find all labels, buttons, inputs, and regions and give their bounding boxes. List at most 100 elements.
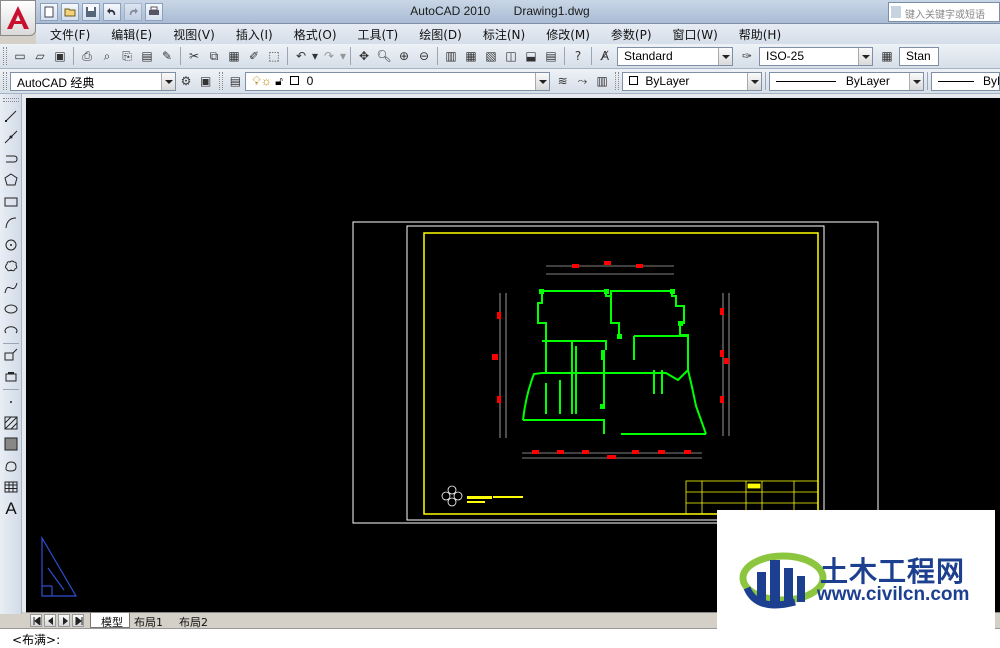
menu-dimension[interactable]: 标注(N) [483, 26, 525, 43]
menu-tools[interactable]: 工具(T) [358, 26, 399, 43]
next-tab-button[interactable] [58, 614, 70, 627]
region-icon[interactable] [1, 455, 21, 477]
layer-properties-icon[interactable]: ▤ [226, 71, 246, 91]
make-block-icon[interactable] [1, 366, 21, 388]
tool-palettes-icon[interactable]: ▧ [481, 46, 501, 66]
workspace-toolbar-icon[interactable]: ▣ [196, 71, 216, 91]
workspace-settings-icon[interactable]: ⚙ [176, 71, 196, 91]
ucs-icon [41, 535, 78, 597]
search-expand-icon[interactable] [891, 6, 901, 18]
chevron-down-icon[interactable] [718, 47, 732, 65]
block-editor-icon[interactable]: ⬚ [264, 46, 284, 66]
table-style-icon[interactable]: ▦ [877, 46, 897, 66]
menu-parametric[interactable]: 参数(P) [611, 26, 652, 43]
quickcalc-icon[interactable]: ▤ [541, 46, 561, 66]
3d-dwf-icon[interactable]: ▤ [137, 46, 157, 66]
polygon-icon[interactable] [1, 170, 21, 192]
redo-icon[interactable]: ↷ [319, 46, 339, 66]
undo-dropdown-icon[interactable]: ▾ [311, 46, 319, 66]
toolbar-grip[interactable] [3, 72, 7, 90]
rectangle-icon[interactable] [1, 191, 21, 213]
chevron-down-icon[interactable] [534, 72, 549, 90]
menu-edit[interactable]: 编辑(E) [111, 26, 152, 43]
linetype-select[interactable]: ByLayer [769, 71, 924, 91]
layer-previous-icon[interactable]: ⤳ [573, 71, 593, 91]
lock-icon[interactable]: 🔓︎ [275, 74, 283, 88]
menu-file[interactable]: 文件(F) [50, 26, 90, 43]
toolbar-grip[interactable] [218, 72, 223, 90]
arc-icon[interactable] [1, 213, 21, 235]
dimension-style-select[interactable]: ISO-25 [759, 46, 873, 66]
construction-line-icon[interactable] [1, 127, 21, 149]
point-icon[interactable] [1, 391, 21, 413]
chevron-down-icon[interactable] [161, 72, 176, 90]
menu-insert[interactable]: 插入(I) [236, 26, 273, 43]
ellipse-arc-icon[interactable] [1, 320, 21, 342]
design-center-icon[interactable]: ▦ [461, 46, 481, 66]
text-style-icon[interactable]: A̸ [595, 46, 615, 66]
undo-icon[interactable]: ↶ [291, 46, 311, 66]
chevron-down-icon[interactable] [908, 72, 923, 90]
last-tab-button[interactable] [72, 614, 84, 627]
tab-layout1[interactable]: 布局1 [124, 613, 169, 629]
toolbar-grip[interactable] [3, 47, 7, 65]
publish-icon[interactable]: ⎘ [117, 46, 137, 66]
hatch-icon[interactable] [1, 412, 21, 434]
toolbar-grip[interactable] [3, 98, 19, 102]
pan-icon[interactable]: ✥ [354, 46, 374, 66]
save-icon[interactable]: ▣ [50, 46, 70, 66]
line-icon[interactable] [1, 105, 21, 127]
cut-icon[interactable]: ✂ [184, 46, 204, 66]
zoom-window-icon[interactable]: ⊕ [394, 46, 414, 66]
dimension-style-icon[interactable]: ✑ [737, 46, 757, 66]
zoom-previous-icon[interactable]: ⊖ [414, 46, 434, 66]
chevron-down-icon[interactable] [747, 72, 762, 90]
multiline-text-icon[interactable]: A [1, 498, 21, 520]
plot-icon[interactable]: ⎙ [77, 46, 97, 66]
polyline-icon[interactable] [1, 148, 21, 170]
match-properties-icon[interactable]: ✐ [244, 46, 264, 66]
toolbar-grip[interactable] [615, 72, 620, 90]
menu-draw[interactable]: 绘图(D) [419, 26, 462, 43]
help-icon[interactable]: ? [568, 46, 588, 66]
insert-block-icon[interactable] [1, 345, 21, 367]
markup-icon[interactable]: ✎ [157, 46, 177, 66]
prev-tab-button[interactable] [44, 614, 56, 627]
title-bar: AutoCAD 2010 Drawing1.dwg 键入关键字或短语 [0, 0, 1000, 24]
color-select[interactable]: ByLayer [622, 71, 763, 91]
separator [350, 47, 351, 65]
layer-select[interactable]: 💡︎☼ 🔓︎ 0 [245, 71, 550, 91]
menu-window[interactable]: 窗口(W) [673, 26, 718, 43]
tab-layout2[interactable]: 布局2 [169, 613, 214, 629]
lineweight-select[interactable]: ByL [930, 71, 1000, 91]
sheet-set-icon[interactable]: ◫ [501, 46, 521, 66]
circle-icon[interactable] [1, 234, 21, 256]
ellipse-icon[interactable] [1, 299, 21, 321]
gradient-icon[interactable] [1, 434, 21, 456]
application-menu-button[interactable] [0, 0, 36, 36]
text-style-select[interactable]: Standard [617, 46, 733, 66]
properties-icon[interactable]: ▥ [441, 46, 461, 66]
table-style-select[interactable]: Stan [899, 46, 939, 66]
menu-view[interactable]: 视图(V) [173, 26, 215, 43]
chevron-down-icon[interactable] [858, 47, 872, 65]
redo-dropdown-icon[interactable]: ▾ [339, 46, 347, 66]
layer-states-icon[interactable]: ▥ [592, 71, 612, 91]
spline-icon[interactable] [1, 277, 21, 299]
workspace-select[interactable]: AutoCAD 经典 [9, 71, 177, 91]
make-current-layer-icon[interactable]: ≋ [553, 71, 573, 91]
zoom-realtime-icon[interactable]: 🔍︎ [374, 46, 394, 66]
markup-manager-icon[interactable]: ⬓ [521, 46, 541, 66]
plot-preview-icon[interactable]: ⌕ [97, 46, 117, 66]
revision-cloud-icon[interactable] [1, 256, 21, 278]
first-tab-button[interactable] [30, 614, 42, 627]
menu-help[interactable]: 帮助(H) [739, 26, 781, 43]
search-input[interactable]: 键入关键字或短语 [888, 2, 1000, 22]
paste-icon[interactable]: ▦ [224, 46, 244, 66]
copy-icon[interactable]: ⧉ [204, 46, 224, 66]
open-icon[interactable]: ▱ [30, 46, 50, 66]
menu-modify[interactable]: 修改(M) [546, 26, 590, 43]
new-icon[interactable]: ▭ [10, 46, 30, 66]
menu-format[interactable]: 格式(O) [294, 26, 337, 43]
table-icon[interactable] [1, 477, 21, 499]
